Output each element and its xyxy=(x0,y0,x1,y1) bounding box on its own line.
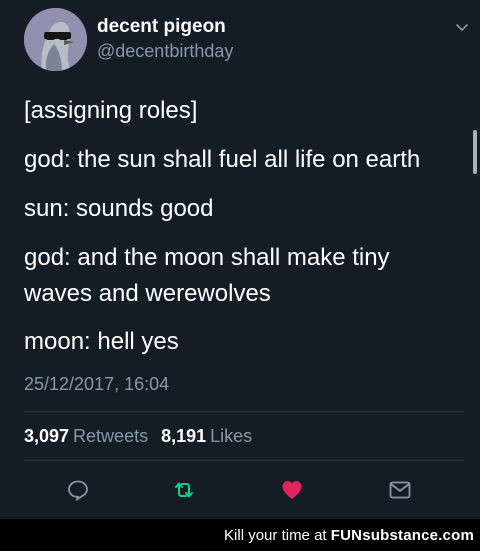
retweets-count[interactable]: 3,097 xyxy=(24,426,69,446)
divider xyxy=(24,460,464,461)
reply-icon[interactable] xyxy=(66,478,90,502)
tweet-line: god: the sun shall fuel all life on eart… xyxy=(24,146,421,173)
watermark-brand: FUNsubstance.com xyxy=(330,527,474,544)
display-name[interactable]: decent pigeon xyxy=(97,16,233,38)
tweet-line: moon: hell yes xyxy=(24,328,179,355)
likes-label[interactable]: Likes xyxy=(210,426,252,446)
watermark-bar: Kill your time at FUNsubstance.com xyxy=(0,519,480,551)
scrollbar-thumb[interactable] xyxy=(473,130,477,174)
divider xyxy=(24,411,464,412)
pigeon-avatar-icon xyxy=(24,8,87,71)
user-names: decent pigeon @decentbirthday xyxy=(97,16,233,63)
tweet-line: god: and the moon shall make tiny xyxy=(24,244,390,271)
tweet-line: [assigning roles] xyxy=(24,97,198,124)
retweet-icon[interactable] xyxy=(172,478,196,502)
tweet-line: waves and werewolves xyxy=(24,280,271,307)
user-handle[interactable]: @decentbirthday xyxy=(97,39,233,63)
retweets-label[interactable]: Retweets xyxy=(73,426,148,446)
envelope-icon[interactable] xyxy=(388,478,412,502)
tweet-card: decent pigeon @decentbirthday [assigning… xyxy=(0,0,480,519)
tweet-stats: 3,097 Retweets 8,191 Likes xyxy=(24,426,260,447)
chevron-down-icon[interactable] xyxy=(454,20,470,36)
likes-count[interactable]: 8,191 xyxy=(161,426,206,446)
tweet-header: decent pigeon @decentbirthday xyxy=(24,8,468,74)
heart-icon[interactable] xyxy=(280,478,304,502)
watermark-prefix: Kill your time at xyxy=(224,527,327,544)
tweet-timestamp[interactable]: 25/12/2017, 16:04 xyxy=(24,374,169,395)
watermark: Kill your time at FUNsubstance.com xyxy=(224,527,474,544)
tweet-line: sun: sounds good xyxy=(24,195,214,222)
avatar[interactable] xyxy=(24,8,87,71)
